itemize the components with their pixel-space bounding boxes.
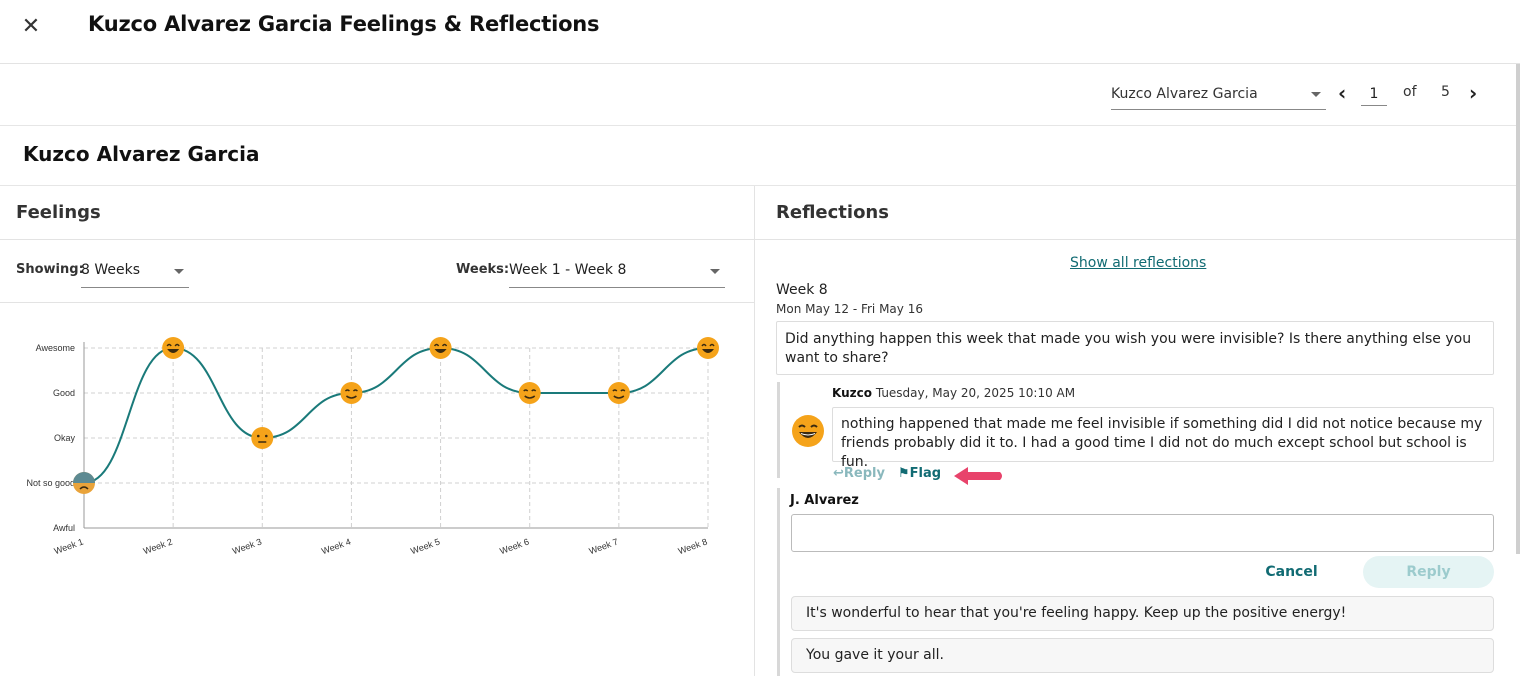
reply-button[interactable]: Reply: [1363, 556, 1494, 588]
weeks-label: Weeks:: [456, 262, 510, 277]
reply-divider: [777, 488, 780, 676]
data-point-emoji: [429, 337, 452, 359]
flag-link[interactable]: ⚑Flag: [898, 466, 941, 481]
data-point-emoji: [697, 337, 719, 359]
feelings-chart: Awful Not so good Okay Good Awesome Week 1 Wee…: [0, 316, 740, 576]
reflection-question: Did anything happen this week that made …: [776, 321, 1494, 375]
student-select[interactable]: Kuzco Alvarez Garcia: [1111, 84, 1326, 110]
student-navigation: Kuzco Alvarez Garcia ‹ 1 of 5 ›: [0, 64, 1516, 126]
showing-value: 8 Weeks: [81, 262, 141, 278]
next-page-icon[interactable]: ›: [1469, 81, 1477, 105]
reflection-dates: Mon May 12 - Fri May 16: [776, 302, 923, 316]
reflection-week: Week 8: [776, 282, 828, 298]
x-tick-label: Week 3: [231, 536, 263, 556]
y-tick-label: Not so good: [26, 478, 75, 488]
showing-label: Showing:: [16, 262, 84, 277]
y-tick-label: Awful: [53, 523, 75, 533]
header-bar: ✕ Kuzco Alvarez Garcia Feelings & Reflec…: [0, 0, 1520, 64]
chevron-down-icon: [174, 269, 184, 274]
feelings-line-chart: Awful Not so good Okay Good Awesome Week 1 Wee…: [26, 337, 719, 556]
data-point-emoji: [518, 382, 541, 404]
reply-arrow-icon: ↩: [833, 466, 844, 481]
pointer-arrow-icon: [954, 467, 1002, 485]
previous-page-icon[interactable]: ‹: [1338, 81, 1346, 105]
showing-select[interactable]: 8 Weeks: [81, 260, 189, 288]
suggested-reply[interactable]: It's wonderful to hear that you're feeli…: [791, 596, 1494, 631]
reflections-header: Reflections: [755, 186, 1516, 240]
data-point-emoji: [162, 337, 185, 359]
close-icon[interactable]: ✕: [18, 14, 44, 40]
awesome-emoji-icon: [792, 415, 824, 447]
data-point-emoji-eye: [264, 434, 268, 438]
reflections-panel: Reflections Show all reflections Week 8 …: [755, 186, 1516, 676]
data-point-emoji: [607, 382, 630, 404]
x-tick-label: Week 7: [588, 536, 620, 556]
teacher-name: J. Alvarez: [790, 493, 859, 508]
suggested-reply[interactable]: You gave it your all.: [791, 638, 1494, 673]
of-label: of: [1403, 84, 1417, 100]
x-tick-label: Week 5: [409, 536, 441, 556]
y-tick-label: Okay: [54, 433, 76, 443]
scrollbar[interactable]: [1516, 64, 1520, 554]
page-number-input[interactable]: 1: [1361, 84, 1387, 106]
data-point-emoji: [251, 427, 274, 449]
page-title: Kuzco Alvarez Garcia Feelings & Reflecti…: [88, 12, 600, 36]
x-tick-label: Week 2: [142, 536, 174, 556]
feelings-header: Feelings: [0, 186, 754, 240]
response-author: Kuzco: [832, 386, 872, 400]
x-tick-label: Week 6: [498, 536, 530, 556]
chevron-down-icon: [1311, 92, 1321, 97]
feelings-title: Feelings: [16, 202, 101, 223]
series-line: [83, 346, 709, 484]
x-tick-label: Week 4: [320, 536, 352, 556]
data-point-emoji-shade: [73, 472, 95, 483]
student-response: nothing happened that made me feel invis…: [832, 407, 1494, 470]
data-point-emoji: [340, 382, 363, 404]
weeks-select[interactable]: Week 1 - Week 8: [509, 260, 725, 288]
x-tick-label: Week 1: [53, 536, 85, 556]
total-pages: 5: [1441, 84, 1450, 100]
data-point-emoji-eye: [256, 434, 260, 438]
show-all-reflections-link[interactable]: Show all reflections: [1070, 255, 1206, 271]
response-time: Tuesday, May 20, 2025 10:10 AM: [875, 386, 1076, 400]
feelings-filters: Showing: 8 Weeks Weeks: Week 1 - Week 8: [0, 240, 754, 303]
student-name-section: Kuzco Alvarez Garcia: [0, 126, 1516, 186]
thread-divider: [777, 382, 780, 478]
response-meta: Kuzco Tuesday, May 20, 2025 10:10 AM: [832, 386, 1075, 400]
y-tick-label: Awesome: [36, 343, 75, 353]
chevron-down-icon: [710, 269, 720, 274]
x-tick-label: Week 8: [677, 536, 709, 556]
reflections-title: Reflections: [776, 202, 889, 223]
feelings-panel: Feelings Showing: 8 Weeks Weeks: Week 1 …: [0, 186, 755, 676]
cancel-button[interactable]: Cancel: [1243, 556, 1340, 588]
student-select-value: Kuzco Alvarez Garcia: [1111, 86, 1258, 102]
student-name: Kuzco Alvarez Garcia: [23, 142, 260, 166]
reply-link[interactable]: ↩Reply: [833, 466, 885, 481]
y-tick-label: Good: [53, 388, 75, 398]
reply-input[interactable]: [791, 514, 1494, 552]
flag-icon: ⚑: [898, 466, 910, 481]
weeks-value: Week 1 - Week 8: [509, 262, 627, 278]
